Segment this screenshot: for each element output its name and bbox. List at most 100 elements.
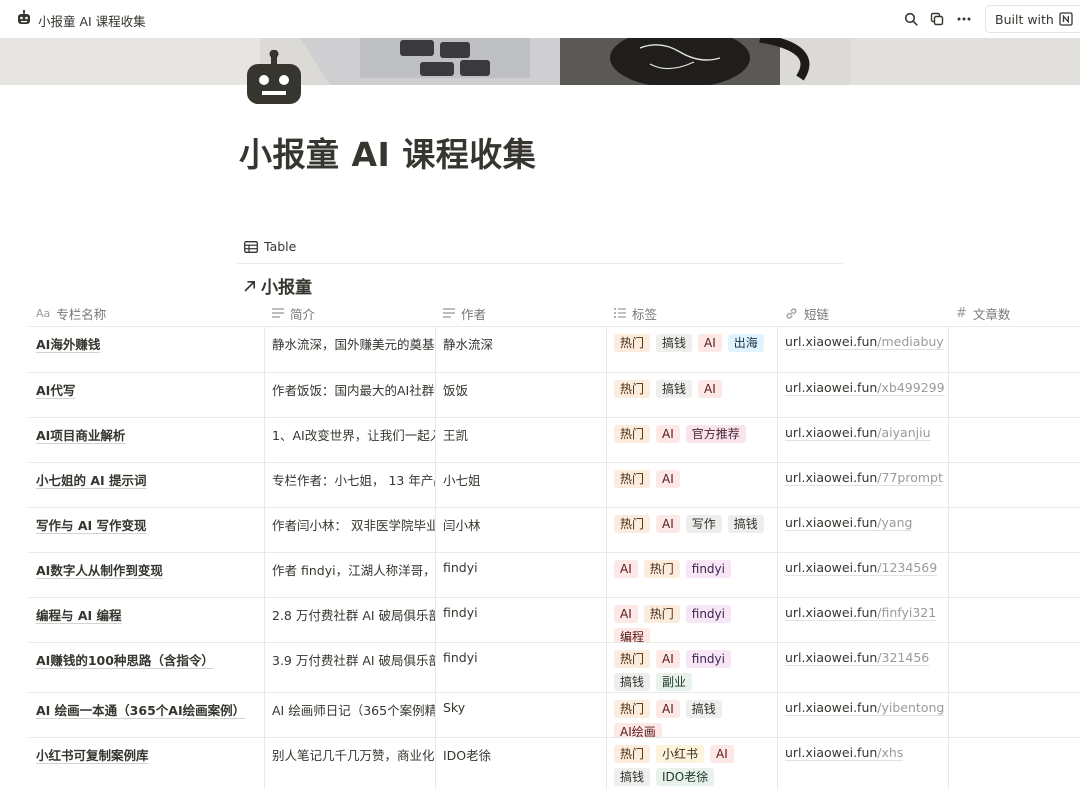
cell-short-link[interactable]: url.xiaowei.fun/xb499299 (777, 373, 948, 417)
column-header-label: 短链 (804, 306, 830, 322)
cell-name[interactable]: AI 绘画一本通（365个AI绘画案例） (28, 693, 264, 737)
description-text: 1、AI改变世界，让我们一起入： (272, 428, 435, 443)
row-title[interactable]: AI 绘画一本通（365个AI绘画案例） (36, 703, 245, 718)
short-link[interactable]: url.xiaowei.fun/aiyanjiu (785, 425, 931, 441)
description-text: 作者饭饭：国内最大的AI社群一 (272, 383, 435, 398)
cell-description: 1、AI改变世界，让我们一起入： (264, 418, 435, 462)
cell-author: 闫小林 (435, 508, 606, 552)
arrow-up-right-icon (244, 280, 255, 291)
column-header-label: 标签 (632, 306, 658, 322)
row-title[interactable]: 编程与 AI 编程 (36, 608, 122, 623)
short-link[interactable]: url.xiaowei.fun/77prompt (785, 470, 943, 486)
short-link[interactable]: url.xiaowei.fun/yang (785, 515, 913, 531)
link-host: url.xiaowei.fun (785, 425, 878, 440)
table-row[interactable]: AI 绘画一本通（365个AI绘画案例） AI 绘画师日记（365个案例精选 Sky… (28, 693, 1080, 738)
row-title[interactable]: AI项目商业解析 (36, 428, 125, 443)
tag-badge: AI (656, 425, 680, 443)
table-row[interactable]: 小七姐的 AI 提示词 专栏作者：小七姐， 13 年产品 小七姐 热门 AI url.xi… (28, 463, 1080, 508)
column-header-label: 专栏名称 (56, 306, 107, 322)
row-title[interactable]: 写作与 AI 写作变现 (36, 518, 147, 533)
column-header-author[interactable]: 作者 (435, 299, 606, 327)
column-header-link[interactable]: 短链 (777, 299, 948, 327)
tag-list: 热门 搞钱 AI 出海 (614, 334, 770, 352)
table-row[interactable]: AI海外赚钱 静水流深，国外赚美元的奠基人 静水流深 热门 搞钱 AI 出海 url.xiao… (28, 327, 1080, 373)
tag-list: 热门 搞钱 AI (614, 380, 770, 398)
tag-badge: 搞钱 (614, 768, 651, 786)
cell-name[interactable]: AI代写 (28, 373, 264, 417)
short-link[interactable]: url.xiaowei.fun/xhs (785, 745, 904, 761)
top-bar: 小报童 AI 课程收集 Built with (0, 0, 1080, 38)
cell-short-link[interactable]: url.xiaowei.fun/321456 (777, 643, 948, 692)
cell-short-link[interactable]: url.xiaowei.fun/yang (777, 508, 948, 552)
cell-name[interactable]: 小红书可复制案例库 (28, 738, 264, 789)
cell-name[interactable]: 写作与 AI 写作变现 (28, 508, 264, 552)
tag-badge: 热门 (643, 605, 680, 623)
tab-table-view[interactable]: Table (244, 239, 296, 254)
cell-article-count (948, 598, 1080, 642)
database-title[interactable]: 小报童 (243, 273, 312, 298)
author-text: 闫小林 (443, 518, 481, 533)
page-title: 小报童 AI 课程收集 (239, 135, 537, 174)
column-header-count[interactable]: # 文章数 (948, 299, 1080, 327)
table-row[interactable]: AI赚钱的100种思路（含指令） 3.9 万付费社群 AI 破局俱乐部耗 findy… (28, 643, 1080, 693)
breadcrumb-page-title[interactable]: 小报童 AI 课程收集 (38, 11, 146, 30)
cell-name[interactable]: AI赚钱的100种思路（含指令） (28, 643, 264, 692)
more-options-icon[interactable] (954, 9, 974, 29)
short-link[interactable]: url.xiaowei.fun/mediabuy (785, 334, 944, 350)
table-row[interactable]: 小红书可复制案例库 别人笔记几千几万赞，商业化收 IDO老徐 热门 小红书 AI 搞钱 IDO… (28, 738, 1080, 789)
cell-name[interactable]: AI海外赚钱 (28, 327, 264, 372)
cell-name[interactable]: 编程与 AI 编程 (28, 598, 264, 642)
row-title[interactable]: AI数字人从制作到变现 (36, 563, 163, 578)
column-header-label: 作者 (461, 306, 487, 322)
cell-author: 饭饭 (435, 373, 606, 417)
table-row[interactable]: 编程与 AI 编程 2.8 万付费社群 AI 破局俱乐部扌 findyi AI 热门 fi… (28, 598, 1080, 643)
short-link[interactable]: url.xiaowei.fun/1234569 (785, 560, 938, 576)
short-link[interactable]: url.xiaowei.fun/finfyi321 (785, 605, 937, 621)
cell-description: 3.9 万付费社群 AI 破局俱乐部耗 (264, 643, 435, 692)
search-icon[interactable] (901, 9, 921, 29)
link-path: /finfyi321 (877, 605, 937, 620)
cell-short-link[interactable]: url.xiaowei.fun/aiyanjiu (777, 418, 948, 462)
tag-badge: AI (614, 605, 638, 623)
link-host: url.xiaowei.fun (785, 470, 878, 485)
tag-badge: findyi (685, 605, 731, 623)
cell-description: 作者闫小林： 双非医学院毕业, (264, 508, 435, 552)
cell-tags: 热门 AI (606, 463, 777, 507)
row-title[interactable]: 小红书可复制案例库 (36, 748, 149, 763)
row-title[interactable]: AI赚钱的100种思路（含指令） (36, 653, 214, 668)
column-header-tags[interactable]: 标签 (606, 299, 777, 327)
column-header-name[interactable]: Aa 专栏名称 (28, 299, 264, 327)
row-title[interactable]: 小七姐的 AI 提示词 (36, 473, 147, 488)
cell-short-link[interactable]: url.xiaowei.fun/77prompt (777, 463, 948, 507)
short-link[interactable]: url.xiaowei.fun/321456 (785, 650, 930, 666)
table-row[interactable]: AI代写 作者饭饭：国内最大的AI社群一 饭饭 热门 搞钱 AI url.xiaowei.f… (28, 373, 1080, 418)
short-link[interactable]: url.xiaowei.fun/xb499299 (785, 380, 945, 396)
table-row[interactable]: AI项目商业解析 1、AI改变世界，让我们一起入： 王凯 热门 AI 官方推荐 url.xi… (28, 418, 1080, 463)
tag-list: 热门 AI 官方推荐 (614, 425, 770, 443)
column-header-label: 简介 (290, 306, 316, 322)
tag-badge: AI (698, 380, 722, 398)
cell-short-link[interactable]: url.xiaowei.fun/finfyi321 (777, 598, 948, 642)
row-title[interactable]: AI代写 (36, 383, 75, 398)
duplicate-icon[interactable] (927, 9, 947, 29)
notion-logo-icon (1059, 12, 1073, 26)
cell-short-link[interactable]: url.xiaowei.fun/yibentong (777, 693, 948, 737)
short-link[interactable]: url.xiaowei.fun/yibentong (785, 700, 945, 716)
cell-short-link[interactable]: url.xiaowei.fun/mediabuy (777, 327, 948, 372)
link-path: /77prompt (877, 470, 943, 485)
row-title[interactable]: AI海外赚钱 (36, 337, 100, 352)
cell-short-link[interactable]: url.xiaowei.fun/1234569 (777, 553, 948, 597)
table-row[interactable]: 写作与 AI 写作变现 作者闫小林： 双非医学院毕业, 闫小林 热门 AI 写作 搞钱 url… (28, 508, 1080, 553)
cell-author: findyi (435, 598, 606, 642)
description-text: AI 绘画师日记（365个案例精选 (272, 703, 435, 718)
cell-name[interactable]: AI数字人从制作到变现 (28, 553, 264, 597)
text-lines-icon (272, 308, 284, 318)
column-header-desc[interactable]: 简介 (264, 299, 435, 327)
author-text: findyi (443, 560, 478, 575)
built-with-notion-button[interactable]: Built with (985, 5, 1080, 33)
table-row[interactable]: AI数字人从制作到变现 作者 findyi，江湖人称洋哥，全 findyi AI 热门 f… (28, 553, 1080, 598)
cell-article-count (948, 553, 1080, 597)
cell-name[interactable]: AI项目商业解析 (28, 418, 264, 462)
cell-short-link[interactable]: url.xiaowei.fun/xhs (777, 738, 948, 789)
cell-name[interactable]: 小七姐的 AI 提示词 (28, 463, 264, 507)
